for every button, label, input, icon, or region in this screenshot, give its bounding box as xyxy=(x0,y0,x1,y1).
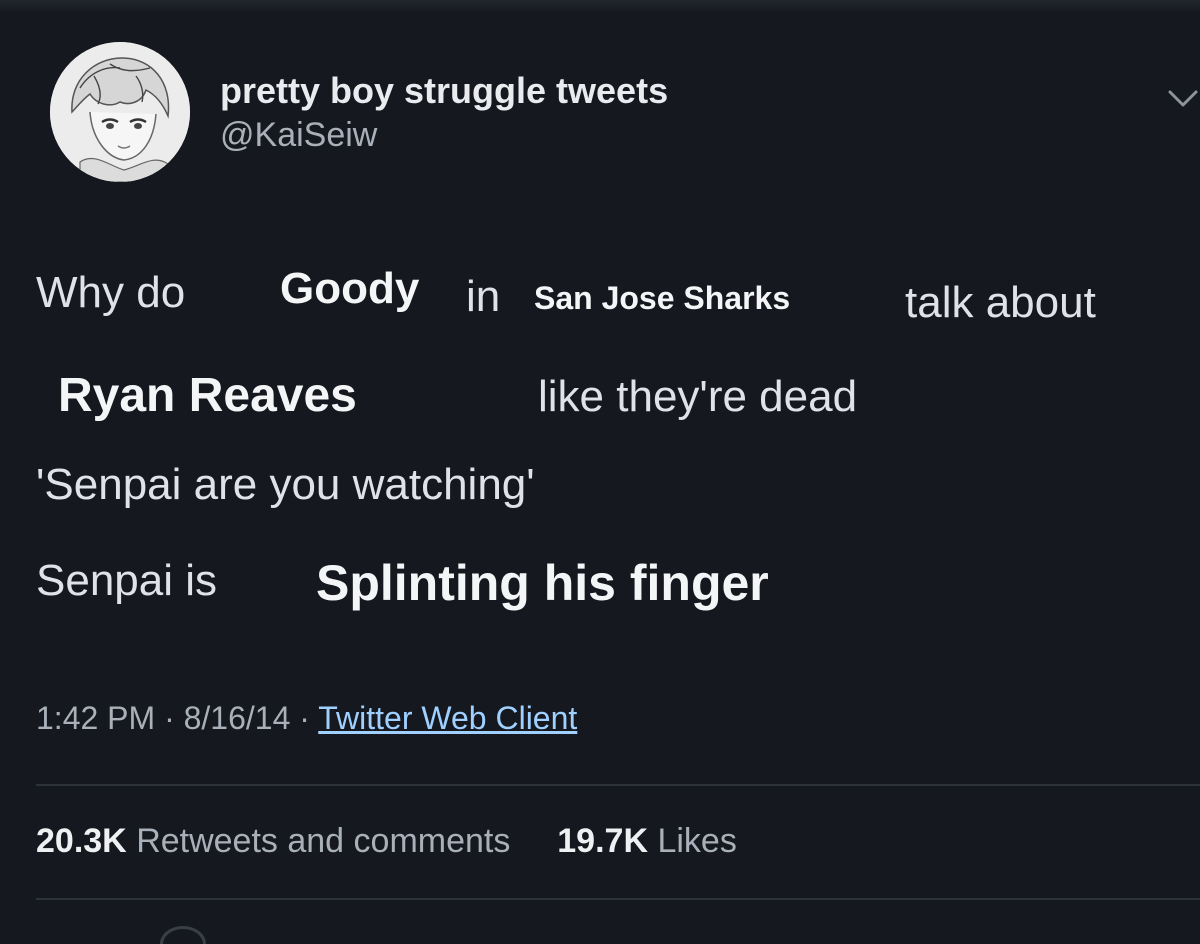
tweet-date[interactable]: 8/16/14 xyxy=(184,700,291,736)
tweet-menu-button[interactable] xyxy=(1166,84,1200,114)
tweet-card: pretty boy struggle tweets @KaiSeiw Why … xyxy=(0,0,1200,944)
retweets-count: 20.3K xyxy=(36,822,127,860)
meta-separator: · xyxy=(164,700,175,736)
tweet-meta: 1:42 PM · 8/16/14 · Twitter Web Client xyxy=(36,700,577,737)
tweet-source-link[interactable]: Twitter Web Client xyxy=(318,700,577,736)
divider xyxy=(36,898,1200,900)
tweet-time[interactable]: 1:42 PM xyxy=(36,700,155,736)
meta-separator: · xyxy=(299,700,310,736)
user-handle[interactable]: @KaiSeiw xyxy=(220,116,377,155)
retweets-label: Retweets and comments xyxy=(136,822,511,860)
tweet-text: 'Senpai are you watching' xyxy=(36,460,535,509)
divider xyxy=(36,784,1200,786)
tweet-text-highlight: Splinting his finger xyxy=(316,555,769,611)
likes-stat[interactable]: 19.7K Likes xyxy=(557,822,737,860)
top-divider xyxy=(0,0,1200,14)
tweet-text: talk about xyxy=(905,278,1096,327)
tweet-text-highlight: San Jose Sharks xyxy=(534,280,791,316)
retweets-stat[interactable]: 20.3K Retweets and comments xyxy=(36,822,520,860)
tweet-stats: 20.3K Retweets and comments 19.7K Likes xyxy=(36,822,737,861)
chevron-down-icon xyxy=(1168,90,1198,107)
tweet-text: Why do xyxy=(36,268,186,317)
likes-label: Likes xyxy=(657,822,737,860)
anime-avatar-icon xyxy=(50,42,190,182)
tweet-text: like they're dead xyxy=(538,372,858,421)
avatar[interactable] xyxy=(50,42,190,182)
likes-count: 19.7K xyxy=(557,822,648,860)
tweet-text-highlight: Goody xyxy=(280,264,420,313)
display-name[interactable]: pretty boy struggle tweets xyxy=(220,70,668,112)
tweet-text-highlight: Ryan Reaves xyxy=(58,369,357,422)
tweet-text: in xyxy=(466,272,501,321)
reply-icon[interactable] xyxy=(160,926,206,944)
tweet-text: Senpai is xyxy=(36,556,218,605)
